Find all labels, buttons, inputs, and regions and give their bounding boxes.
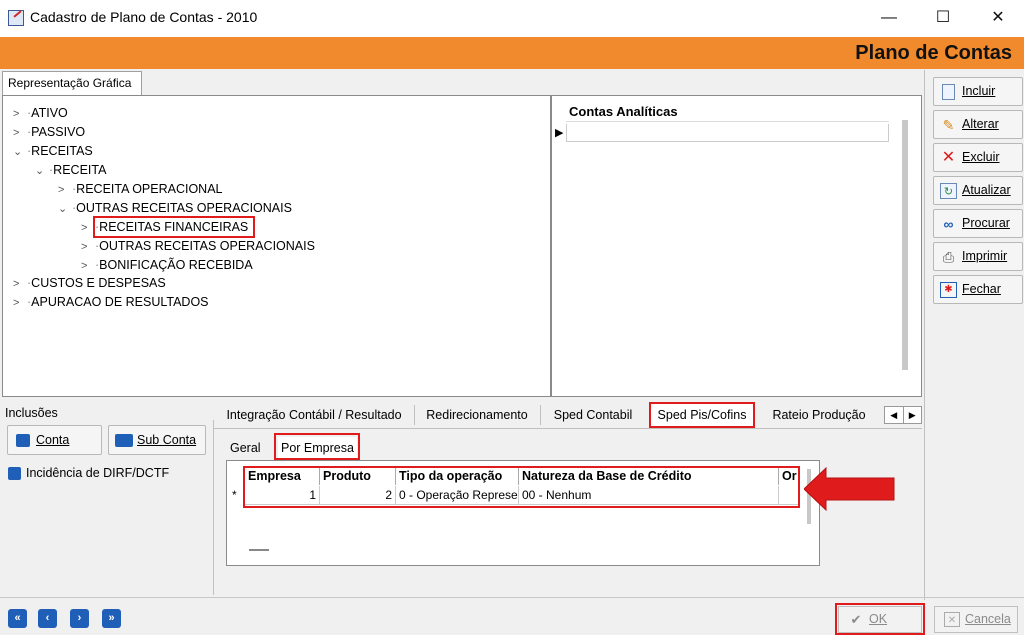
tab-prev-icon[interactable]: ◀ <box>885 407 904 423</box>
grid-header-tipo-operacao[interactable]: Tipo da operação <box>396 467 519 485</box>
tree-node-bonificacao-recebida[interactable]: > ·BONIFICAÇÃO RECEBIDA <box>81 256 253 274</box>
chevron-right-icon[interactable]: > <box>13 124 27 142</box>
imprimir-button[interactable]: ⎙ Imprimir <box>933 242 1023 271</box>
analytic-header: Contas Analíticas <box>566 104 889 122</box>
chevron-right-icon[interactable]: > <box>81 238 95 256</box>
tree-node-custos-e-despesas[interactable]: > ·CUSTOS E DESPESAS <box>13 274 166 292</box>
add-account-icon <box>16 434 30 447</box>
row-indicator-icon: ▶ <box>555 127 564 139</box>
subtab-por-empresa[interactable]: Por Empresa <box>278 437 357 459</box>
fechar-button[interactable]: ✱ Fechar <box>933 275 1023 304</box>
chevron-right-icon[interactable]: > <box>13 105 27 123</box>
chevron-right-icon[interactable]: > <box>58 181 72 199</box>
inclusoes-label: Inclusões <box>5 406 58 420</box>
tab-next-icon[interactable]: ▶ <box>904 407 922 423</box>
incluir-button[interactable]: Incluir <box>933 77 1023 106</box>
tree-node-receitas[interactable]: ⌄ ·RECEITAS <box>13 142 93 160</box>
edit-pencil-icon: ✎ <box>942 117 955 133</box>
new-row-marker: * <box>232 488 237 502</box>
ok-button[interactable]: ✔ OK <box>838 606 922 633</box>
grid-divider <box>249 549 269 551</box>
window-title: Cadastro de Plano de Contas - 2010 <box>30 9 258 25</box>
tree-node-receita[interactable]: ⌄ ·RECEITA <box>35 161 106 179</box>
chevron-right-icon[interactable]: > <box>81 219 95 237</box>
title-bar: Cadastro de Plano de Contas - 2010 — ☐ ✕ <box>0 0 1024 37</box>
grid-header-empresa[interactable]: Empresa <box>245 467 320 485</box>
chevron-down-icon[interactable]: ⌄ <box>58 200 72 218</box>
procurar-button[interactable]: ∞ Procurar <box>933 209 1023 238</box>
subtab-geral[interactable]: Geral <box>230 437 261 459</box>
binoculars-icon: ∞ <box>943 216 954 232</box>
tab-integracao-contabil[interactable]: Integração Contábil / Resultado <box>218 403 410 427</box>
chevron-down-icon[interactable]: ⌄ <box>35 162 49 180</box>
atualizar-button[interactable]: ↻ Atualizar <box>933 176 1023 205</box>
alterar-button[interactable]: ✎ Alterar <box>933 110 1023 139</box>
close-window-icon: ✱ <box>940 282 957 298</box>
grid-header-or[interactable]: Or <box>779 467 799 485</box>
page-title: Plano de Contas <box>855 42 1012 64</box>
account-tree: > ·ATIVO > ·PASSIVO ⌄ ·RECEITAS ⌄ ·RECEITA >… <box>2 95 551 397</box>
tab-sped-contabil[interactable]: Sped Contabil <box>544 403 642 427</box>
grid-cell-tipo-operacao[interactable]: 0 - Operação Represen <box>396 486 519 505</box>
grid-header-produto[interactable]: Produto <box>320 467 396 485</box>
dirf-label: Incidência de DIRF/DCTF <box>26 466 170 480</box>
cancela-button[interactable]: ✕ Cancela <box>934 606 1018 633</box>
grid-cell-natureza-base[interactable]: 00 - Nenhum <box>519 486 779 505</box>
checkmark-icon: ✔ <box>850 612 862 627</box>
empresa-grid: Empresa Produto Tipo da operação Naturez… <box>226 460 820 566</box>
previous-record-icon[interactable]: ‹ <box>38 609 57 628</box>
analytic-accounts-panel: Contas Analíticas ▶ <box>551 95 922 397</box>
header-bar: Plano de Contas <box>0 37 1024 69</box>
add-sub-account-icon <box>115 434 133 447</box>
tab-scroll-control: ◀ ▶ <box>884 406 922 424</box>
incluir-conta-button[interactable]: Conta <box>7 425 102 455</box>
grid-cell-produto[interactable]: 2 <box>320 486 396 505</box>
close-button[interactable]: ✕ <box>975 6 1021 32</box>
red-arrow-icon <box>804 466 895 512</box>
chevron-down-icon[interactable]: ⌄ <box>13 143 27 161</box>
tree-node-receitas-financeiras[interactable]: > ·RECEITAS FINANCEIRAS <box>81 218 248 236</box>
tree-node-passivo[interactable]: > ·PASSIVO <box>13 123 85 141</box>
tab-redirecionamento[interactable]: Redirecionamento <box>418 403 536 427</box>
minimize-button[interactable]: — <box>866 6 912 32</box>
tab-sped-pis-cofins[interactable]: Sped Pis/Cofins <box>650 403 754 427</box>
tree-node-receita-operacional[interactable]: > ·RECEITA OPERACIONAL <box>58 180 223 198</box>
app-icon <box>8 10 24 26</box>
tree-node-outras-receitas-operacionais-2[interactable]: > ·OUTRAS RECEITAS OPERACIONAIS <box>81 237 315 255</box>
tree-node-outras-receitas-operacionais[interactable]: ⌄ ·OUTRAS RECEITAS OPERACIONAIS <box>58 199 292 217</box>
first-record-icon[interactable]: « <box>8 609 27 628</box>
tab-representacao-grafica[interactable]: Representação Gráfica <box>2 71 142 95</box>
grid-header-natureza-base[interactable]: Natureza da Base de Crédito <box>519 467 779 485</box>
grid-cell-or[interactable] <box>779 486 799 505</box>
action-toolbar: Incluir ✎ Alterar ✕ Excluir ↻ Atualizar ∞ Pr… <box>924 70 1024 600</box>
printer-icon: ⎙ <box>942 249 955 265</box>
analytic-row[interactable] <box>566 124 889 142</box>
new-document-icon <box>942 84 955 100</box>
tree-node-apuracao-de-resultados[interactable]: > ·APURACAO DE RESULTADOS <box>13 293 209 311</box>
maximize-button[interactable]: ☐ <box>920 6 966 32</box>
next-record-icon[interactable]: › <box>70 609 89 628</box>
dirf-checkbox[interactable] <box>8 467 21 480</box>
vertical-scrollbar[interactable] <box>902 120 908 370</box>
tree-node-ativo[interactable]: > ·ATIVO <box>13 104 68 122</box>
excluir-button[interactable]: ✕ Excluir <box>933 143 1023 172</box>
tab-rateio-producao[interactable]: Rateio Produção <box>762 403 876 427</box>
last-record-icon[interactable]: » <box>102 609 121 628</box>
incluir-sub-conta-button[interactable]: Sub Conta <box>108 425 206 455</box>
chevron-right-icon[interactable]: > <box>13 294 27 312</box>
grid-cell-empresa[interactable]: 1 <box>245 486 320 505</box>
chevron-right-icon[interactable]: > <box>81 257 95 275</box>
cancel-icon: ✕ <box>944 612 960 627</box>
refresh-icon: ↻ <box>940 183 957 199</box>
delete-x-icon: ✕ <box>941 149 956 166</box>
chevron-right-icon[interactable]: > <box>13 275 27 293</box>
